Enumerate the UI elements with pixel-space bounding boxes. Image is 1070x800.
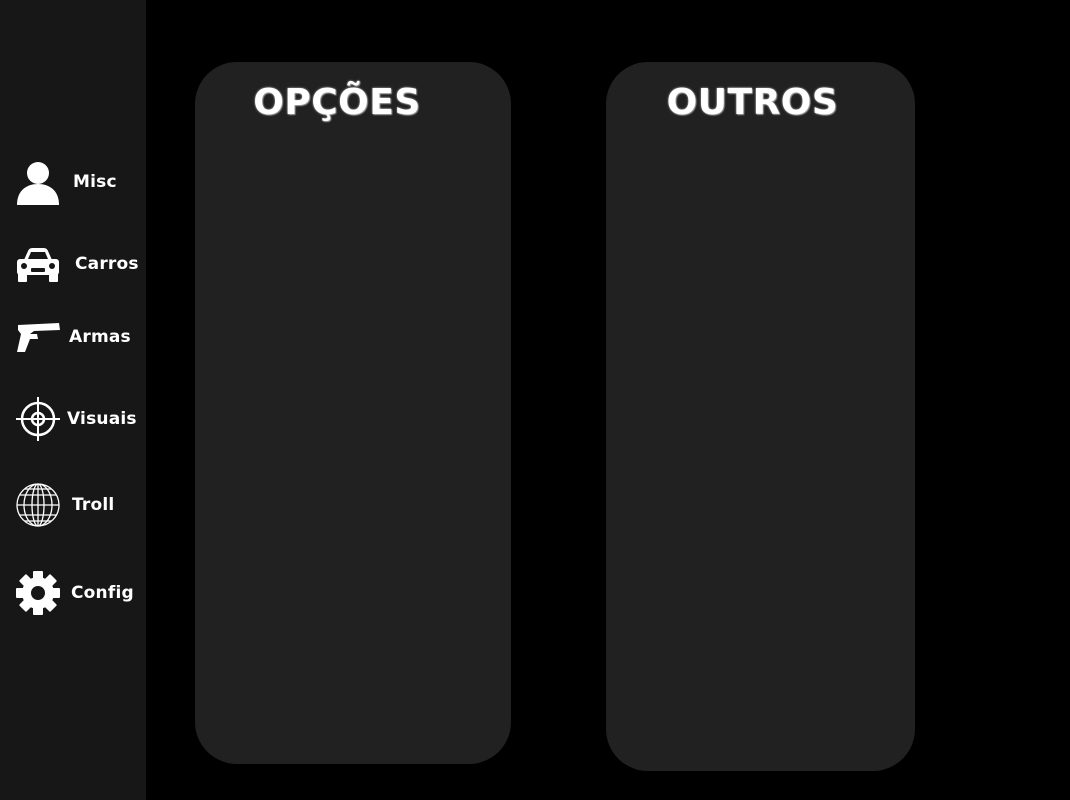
crosshair-icon — [15, 396, 61, 442]
panel-title-opcoes: OPÇÕES — [253, 82, 421, 123]
sidebar-item-label: Misc — [73, 172, 117, 192]
sidebar-item-config[interactable]: Config — [15, 569, 134, 617]
globe-icon — [15, 482, 61, 528]
sidebar: Misc Carros Armas Visuais Troll Config — [0, 0, 146, 800]
sidebar-item-label: Armas — [69, 327, 131, 347]
sidebar-item-label: Carros — [75, 254, 139, 274]
sidebar-item-visuais[interactable]: Visuais — [15, 395, 137, 443]
sidebar-item-label: Troll — [72, 495, 115, 515]
user-icon — [15, 159, 61, 205]
options-panel: OPÇÕES — [195, 62, 511, 764]
sidebar-item-armas[interactable]: Armas — [15, 313, 131, 361]
sidebar-item-troll[interactable]: Troll — [15, 481, 114, 529]
gear-icon — [15, 570, 61, 616]
app-window: Misc Carros Armas Visuais Troll Config O… — [0, 0, 1070, 800]
others-panel: OUTROS — [606, 62, 915, 771]
pistol-icon — [15, 314, 61, 360]
sidebar-item-label: Visuais — [67, 409, 137, 429]
panel-title-outros: OUTROS — [666, 82, 839, 123]
sidebar-item-misc[interactable]: Misc — [15, 158, 117, 206]
car-icon — [15, 241, 61, 287]
sidebar-item-label: Config — [71, 583, 134, 603]
sidebar-item-carros[interactable]: Carros — [15, 240, 139, 288]
